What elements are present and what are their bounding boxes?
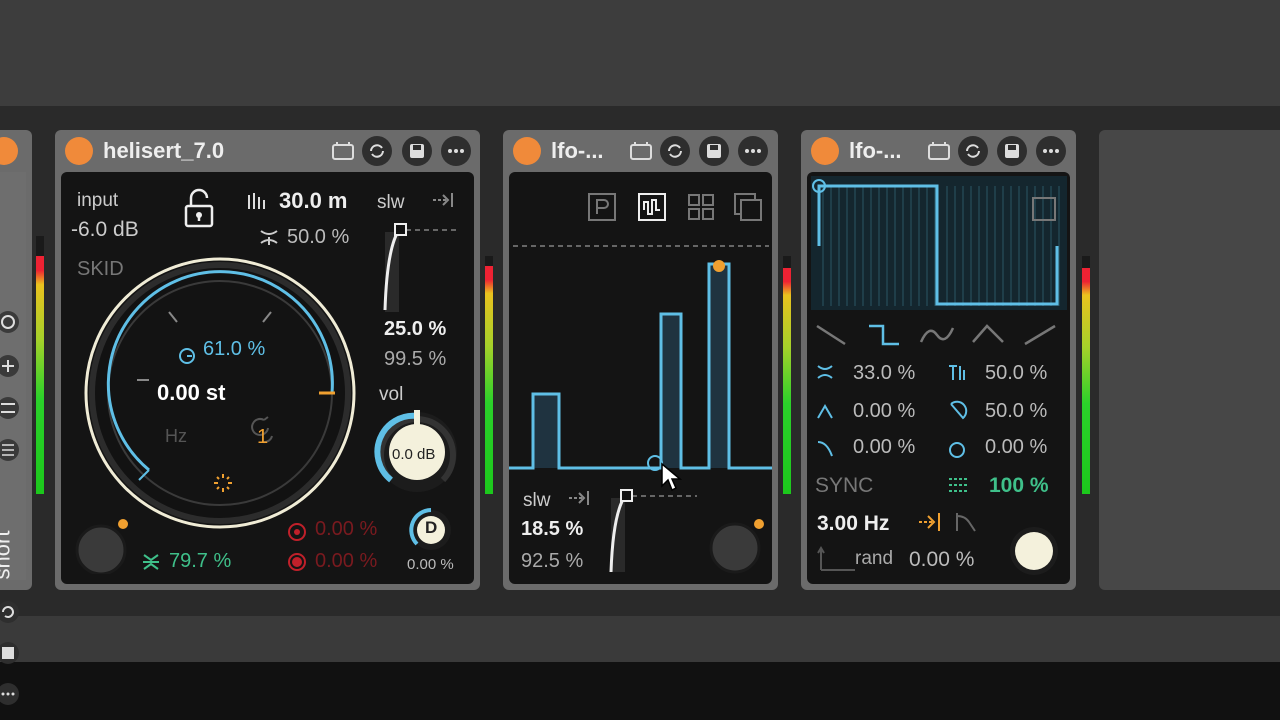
lock-icon[interactable] [183, 188, 215, 230]
param-4[interactable]: 50.0 % [985, 400, 1047, 423]
level-meter [783, 268, 791, 494]
sync-lines-icon [949, 478, 967, 492]
waveform-selector[interactable] [813, 320, 1067, 350]
input-value[interactable]: -6.0 dB [71, 218, 139, 242]
lfo-mode-icons[interactable] [587, 192, 767, 224]
param-2[interactable]: 50.0 % [985, 362, 1047, 385]
device2-title: lfo-... [551, 138, 604, 163]
device3-panel: 33.0 % 0.00 % 0.00 % 50.0 % 50.0 % 0.00 … [807, 172, 1070, 584]
left-power-button[interactable] [0, 137, 18, 165]
param-icons-right [949, 365, 968, 458]
d-knob-label: D [425, 518, 438, 537]
left-device-strip: short [0, 130, 32, 705]
param-5[interactable]: 0.00 % [853, 436, 915, 459]
save-icon [707, 144, 721, 158]
refresh-icon [966, 144, 980, 158]
target-icons [288, 523, 306, 571]
device2-save-button[interactable] [699, 136, 729, 166]
time-value[interactable]: 30.0 m [279, 188, 348, 214]
more-icon [1043, 149, 1059, 153]
rand-corner-icon [817, 546, 855, 571]
compress-icon [143, 554, 159, 570]
bars-icon [248, 193, 265, 209]
device2-power-button[interactable] [513, 137, 541, 165]
slw-label: slw [523, 490, 551, 511]
param-1[interactable]: 33.0 % [853, 362, 915, 385]
device1-save-button[interactable] [402, 136, 432, 166]
device1-power-button[interactable] [65, 137, 93, 165]
device3-preset-icon[interactable] [927, 140, 951, 162]
slw-top-value[interactable]: 18.5 % [521, 518, 583, 541]
sync-value[interactable]: 100 % [989, 474, 1049, 498]
dial-percent: 61.0 % [203, 338, 266, 360]
lfo-wave-display[interactable] [811, 176, 1067, 310]
top-region [0, 0, 1280, 106]
input-label: input [77, 190, 119, 211]
slw-curve-graph[interactable] [601, 484, 701, 576]
left-strip-icons[interactable] [0, 308, 26, 488]
device-lfo-1: lfo-... slw 18.5 % 92.5 % [503, 130, 778, 590]
rand-label: rand [855, 548, 894, 569]
rate-mode-icons[interactable] [917, 510, 979, 534]
slw-label: slw [377, 192, 405, 213]
save-icon [410, 144, 424, 158]
device1-panel: input -6.0 dB SKID 30.0 m 50.0 % slw 25.… [61, 172, 474, 584]
vol-label: vol [379, 384, 404, 405]
hz-label: Hz [165, 426, 187, 446]
sync-label[interactable]: SYNC [815, 474, 873, 498]
vol-value: 0.0 dB [392, 446, 436, 463]
left-strip-buttons[interactable] [0, 598, 26, 708]
device3-title: lfo-... [849, 138, 902, 163]
arrow-to-line-icon[interactable] [431, 190, 455, 210]
device3-refresh-button[interactable] [958, 136, 988, 166]
lower-region [0, 616, 1280, 662]
device3-more-button[interactable] [1036, 136, 1066, 166]
param-icons-left [817, 365, 833, 457]
device2-refresh-button[interactable] [660, 136, 690, 166]
mix-value[interactable]: 50.0 % [287, 226, 349, 249]
param-3[interactable]: 0.00 % [853, 400, 915, 423]
device2-preset-icon[interactable] [629, 140, 653, 162]
arrow-to-line-icon[interactable] [567, 488, 591, 508]
feedback-value[interactable]: 79.7 % [169, 550, 231, 573]
device1-preset-icon[interactable] [331, 140, 355, 162]
bottom-bar [0, 662, 1280, 720]
device2-more-button[interactable] [738, 136, 768, 166]
slw-top-value[interactable]: 25.0 % [384, 318, 446, 341]
rate-value[interactable]: 3.00 Hz [817, 512, 889, 536]
lfo-depth-knob[interactable] [1009, 526, 1059, 576]
rand-value[interactable]: 0.00 % [909, 548, 974, 572]
d-knob-value: 0.00 % [407, 556, 454, 573]
slw-bottom-value[interactable]: 92.5 % [521, 550, 583, 573]
lfo-amount-knob[interactable] [705, 514, 769, 578]
device1-more-button[interactable] [441, 136, 471, 166]
device-helisert: helisert_7.0 input -6.0 dB SKID 30.0 m 5… [55, 130, 480, 590]
refresh-icon [370, 144, 384, 158]
device3-power-button[interactable] [811, 137, 839, 165]
more-icon [745, 149, 761, 153]
slw-bottom-value[interactable]: 99.5 % [384, 348, 446, 371]
level-meter [485, 266, 493, 494]
more-icon [448, 149, 464, 153]
mix-icon [260, 230, 278, 245]
refresh-icon [668, 144, 682, 158]
red-value-1[interactable]: 0.00 % [315, 518, 377, 541]
dial-semitones: 0.00 st [157, 380, 226, 405]
device-lfo-2: lfo-... 33.0 % 0.00 % 0.00 % 50.0 % 50.0… [801, 130, 1076, 590]
dial-count: 1 [257, 426, 269, 448]
lfo-step-graph[interactable] [509, 234, 772, 474]
device1-refresh-button[interactable] [362, 136, 392, 166]
red-value-2[interactable]: 0.00 % [315, 550, 377, 573]
device2-panel: slw 18.5 % 92.5 % [509, 172, 772, 584]
device1-title: helisert_7.0 [103, 138, 225, 163]
level-meter [36, 256, 44, 494]
feedback-knob[interactable] [71, 518, 135, 574]
left-strip-label: short [0, 530, 15, 580]
level-meter [1082, 268, 1090, 494]
device3-save-button[interactable] [997, 136, 1027, 166]
slw-curve-graph[interactable] [371, 218, 461, 318]
save-icon [1005, 144, 1019, 158]
device-drop-area[interactable] [1099, 130, 1280, 590]
param-6[interactable]: 0.00 % [985, 436, 1047, 459]
